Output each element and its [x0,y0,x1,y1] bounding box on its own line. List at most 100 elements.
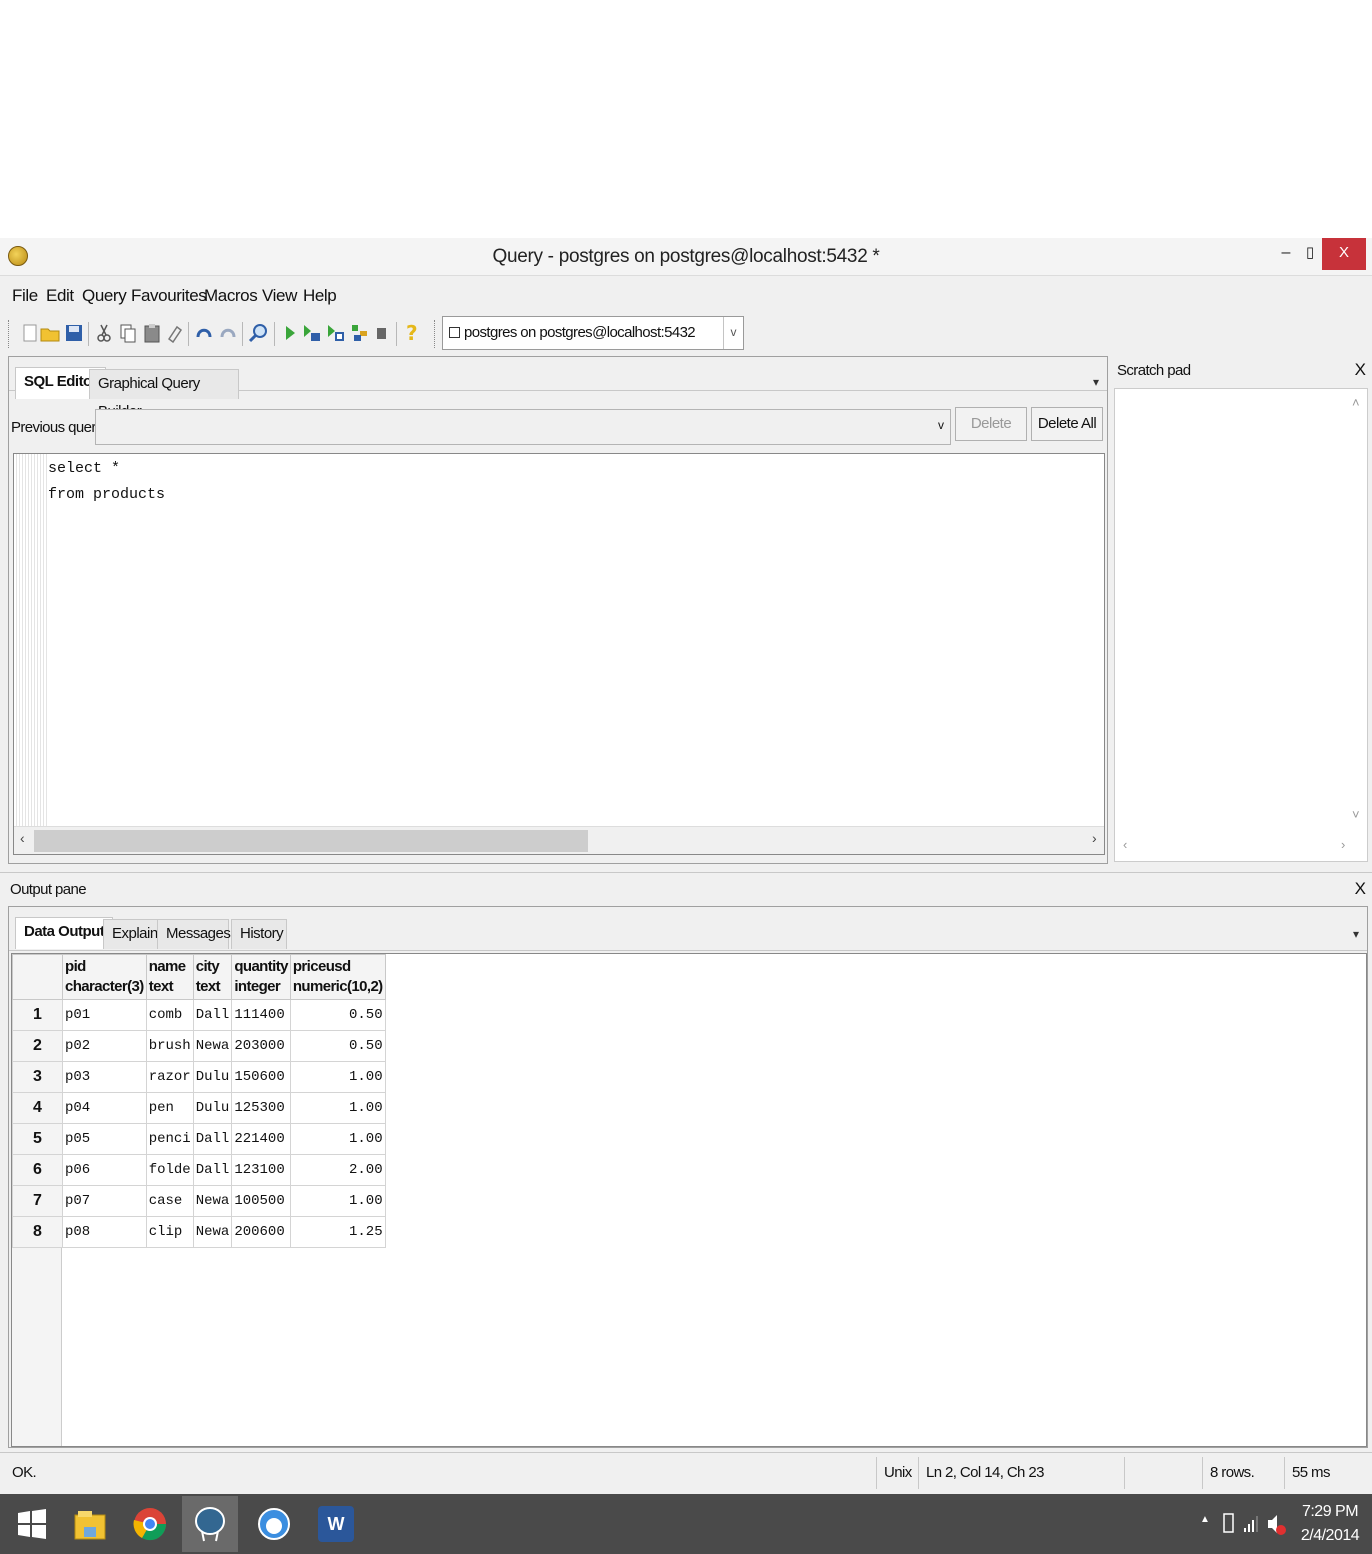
column-header-name[interactable]: name text [145,954,194,1000]
output-pane-close-button[interactable]: X [1355,879,1366,899]
tab-history[interactable]: History [231,919,287,949]
cell-pid[interactable]: p02 [62,1030,147,1062]
menu-query[interactable]: Query [82,286,127,306]
menu-favourites[interactable]: Favourites [131,286,207,306]
cell-name[interactable]: folde [145,1154,194,1186]
stop-icon[interactable] [372,322,392,344]
cell-quantity[interactable]: 203000 [231,1030,291,1062]
cell-name[interactable]: brush [145,1030,194,1062]
scratch-pad-textarea[interactable]: ˄ ˅ ‹ › [1114,388,1368,862]
column-header-quantity[interactable]: quantity integer [231,954,291,1000]
cell-priceusd[interactable]: 1.00 [289,1185,386,1217]
connection-select[interactable]: postgres on postgres@localhost:5432 v [442,316,744,350]
cell-pid[interactable]: p05 [62,1123,147,1155]
network-icon[interactable] [1242,1494,1260,1554]
cell-quantity[interactable]: 100500 [231,1185,291,1217]
cell-name[interactable]: clip [145,1216,194,1248]
paste-icon[interactable] [142,322,162,344]
cell-pid[interactable]: p04 [62,1092,147,1124]
row-number[interactable]: 2 [12,1030,63,1062]
row-number[interactable]: 1 [12,999,63,1031]
code-line[interactable]: from products [48,486,165,503]
copy-icon[interactable] [118,322,138,344]
system-clock[interactable]: 7:29 PM 2/4/2014 [1300,1500,1360,1548]
scroll-down-icon[interactable]: ˅ [1352,807,1360,822]
cell-city[interactable]: Dall [192,1123,233,1155]
start-icon[interactable] [4,1496,60,1552]
cell-priceusd[interactable]: 0.50 [289,999,386,1031]
row-number[interactable]: 8 [12,1216,63,1248]
cell-city[interactable]: Dall [192,999,233,1031]
table-corner-cell[interactable] [12,954,63,1000]
cell-city[interactable]: Dulu [192,1061,233,1093]
cell-pid[interactable]: p08 [62,1216,147,1248]
find-icon[interactable] [248,322,268,344]
cell-name[interactable]: comb [145,999,194,1031]
row-number[interactable]: 4 [12,1092,63,1124]
app-icon[interactable] [246,1496,302,1552]
table-row[interactable]: 3 p03 razor Dulu 150600 1.00 [12,1061,386,1093]
cell-city[interactable]: Newa [192,1030,233,1062]
previous-queries-select[interactable]: v [95,409,951,445]
cell-city[interactable]: Newa [192,1185,233,1217]
toolbar-grip[interactable] [434,320,437,348]
menu-macros[interactable]: Macros [204,286,258,306]
column-header-pid[interactable]: pid character(3) [62,954,147,1000]
cell-quantity[interactable]: 111400 [231,999,291,1031]
tab-data-output[interactable]: Data Output [15,917,114,949]
cell-priceusd[interactable]: 1.00 [289,1092,386,1124]
pgadmin-icon[interactable] [182,1496,238,1552]
table-row[interactable]: 8 p08 clip Newa 200600 1.25 [12,1216,386,1248]
tab-messages[interactable]: Messages [157,919,231,949]
cell-name[interactable]: penci [145,1123,194,1155]
undo-icon[interactable] [194,322,214,344]
sql-code-editor[interactable]: select * from products ‹ › [13,453,1105,855]
execute-file-icon[interactable] [326,322,346,344]
battery-icon[interactable] [1222,1494,1236,1554]
row-number[interactable]: 7 [12,1185,63,1217]
cell-priceusd[interactable]: 1.00 [289,1061,386,1093]
tab-graphical-query-builder[interactable]: Graphical Query Builder [89,369,239,420]
cell-quantity[interactable]: 200600 [231,1216,291,1248]
cell-name[interactable]: razor [145,1061,194,1093]
table-row[interactable]: 5 p05 penci Dall 221400 1.00 [12,1123,386,1155]
cell-pid[interactable]: p03 [62,1061,147,1093]
column-header-priceusd[interactable]: priceusd numeric(10,2) [289,954,386,1000]
file-explorer-icon[interactable] [62,1496,118,1552]
cell-priceusd[interactable]: 2.00 [289,1154,386,1186]
explain-analyze-icon[interactable] [350,322,370,344]
scratch-pad-close-button[interactable]: X [1355,360,1366,380]
menu-help[interactable]: Help [303,286,337,306]
column-header-city[interactable]: city text [192,954,233,1000]
scroll-left-icon[interactable]: ‹ [20,830,25,846]
cell-quantity[interactable]: 221400 [231,1123,291,1155]
scroll-right-icon[interactable]: › [1341,837,1345,852]
open-icon[interactable] [40,322,60,344]
table-row[interactable]: 1 p01 comb Dall 111400 0.50 [12,999,386,1031]
cell-quantity[interactable]: 123100 [231,1154,291,1186]
cell-pid[interactable]: p06 [62,1154,147,1186]
cell-pid[interactable]: p07 [62,1185,147,1217]
cell-quantity[interactable]: 150600 [231,1061,291,1093]
volume-muted-icon[interactable] [1266,1494,1288,1554]
table-row[interactable]: 4 p04 pen Dulu 125300 1.00 [12,1092,386,1124]
menu-edit[interactable]: Edit [46,286,74,306]
cell-city[interactable]: Dulu [192,1092,233,1124]
tab-list-dropdown-icon[interactable]: ▾ [1093,375,1099,389]
cell-city[interactable]: Newa [192,1216,233,1248]
cell-quantity[interactable]: 125300 [231,1092,291,1124]
execute-icon[interactable] [280,322,300,344]
cut-icon[interactable] [94,322,114,344]
menu-view[interactable]: View [262,286,297,306]
clear-icon[interactable] [164,322,184,344]
row-number[interactable]: 3 [12,1061,63,1093]
scroll-left-icon[interactable]: ‹ [1123,837,1127,852]
explain-icon[interactable] [302,322,322,344]
table-row[interactable]: 6 p06 folde Dall 123100 2.00 [12,1154,386,1186]
row-number[interactable]: 5 [12,1123,63,1155]
data-output-grid[interactable]: pid character(3) name text city text qua… [11,953,1367,1447]
cell-city[interactable]: Dall [192,1154,233,1186]
cell-priceusd[interactable]: 1.00 [289,1123,386,1155]
cell-pid[interactable]: p01 [62,999,147,1031]
scratch-vertical-scrollbar[interactable]: ˄ ˅ [1347,389,1367,829]
